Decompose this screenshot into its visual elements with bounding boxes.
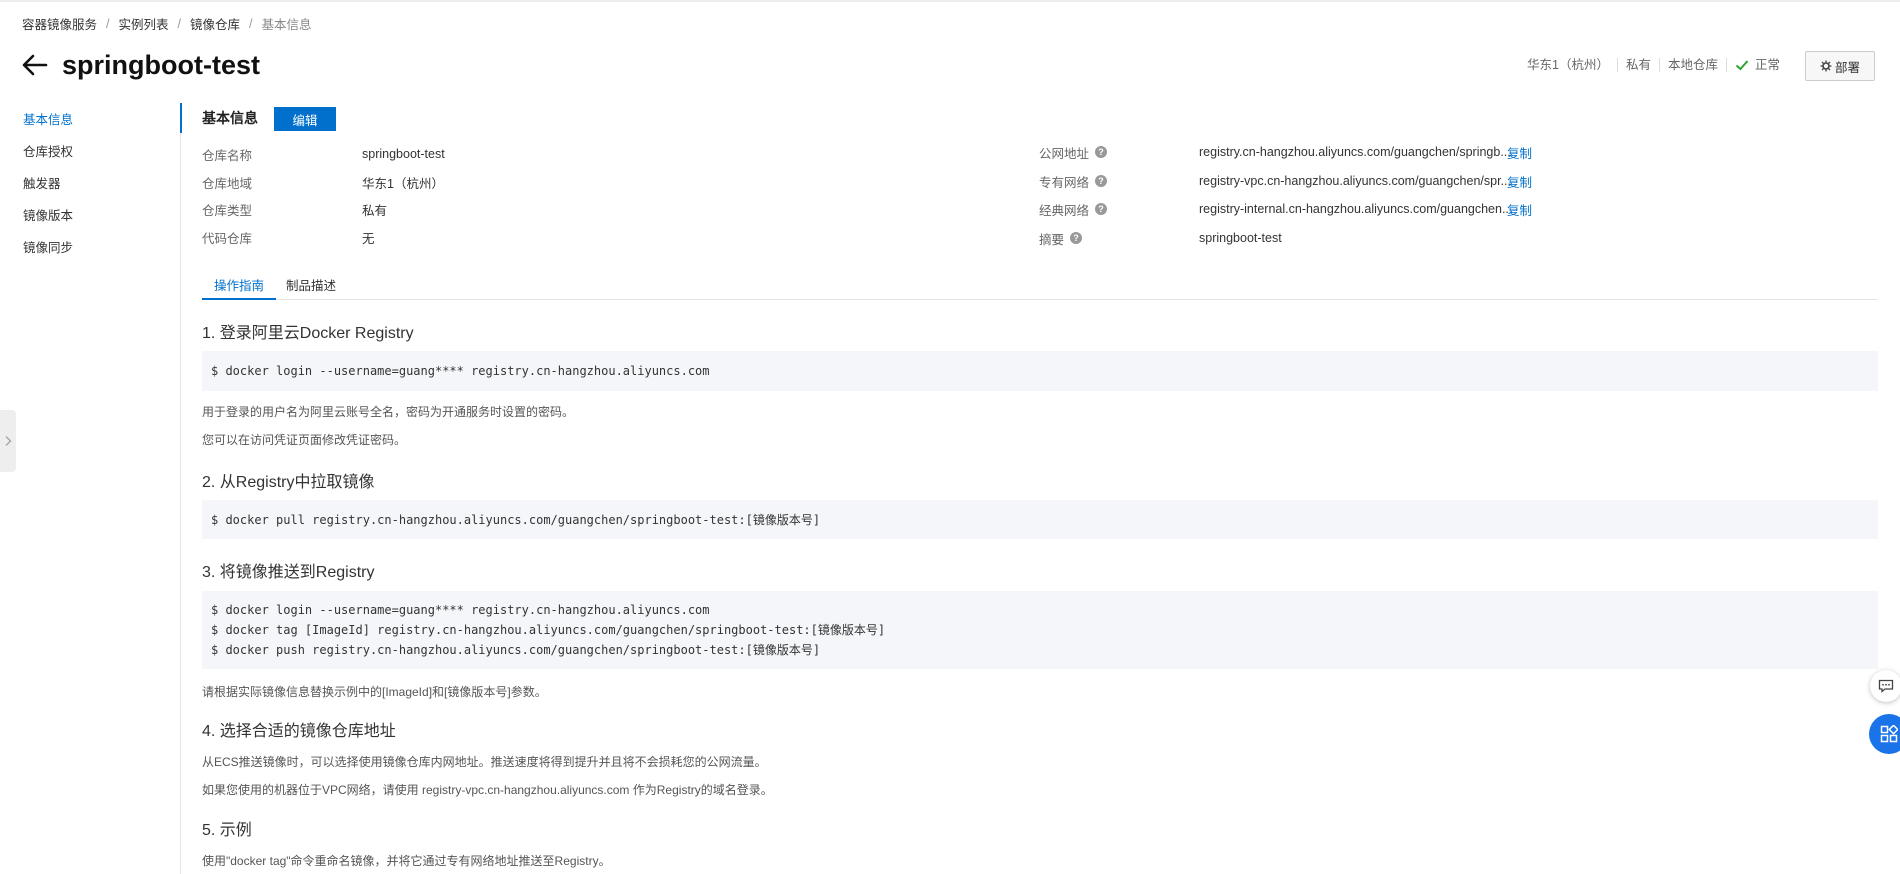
guide-note: 如果您使用的机器位于VPC网络，请使用 registry-vpc.cn-hang… — [202, 783, 773, 797]
chevron-right-icon — [5, 435, 12, 447]
info-label: 公网地址? — [1039, 143, 1108, 162]
guide-tabs: 操作指南 制品描述 — [202, 277, 1878, 300]
guide-step-title: 3. 将镜像推送到Registry — [202, 564, 375, 581]
guide-note: 从ECS推送镜像时，可以选择使用镜像仓库内网地址。推送速度将得到提升并且将不会损… — [202, 755, 767, 769]
code-line: $ docker tag [ImageId] registry.cn-hangz… — [211, 623, 886, 637]
info-value: registry-internal.cn-hangzhou.aliyuncs.c… — [1199, 202, 1513, 216]
code-block[interactable]: $ docker login --username=guang**** regi… — [202, 351, 1878, 391]
repo-meta-bar: 华东1（杭州） 私有 本地仓库 正常 — [1519, 58, 1788, 72]
info-label: 专有网络? — [1039, 172, 1108, 191]
sidebar: 基本信息 仓库授权 触发器 镜像版本 镜像同步 — [0, 104, 180, 264]
region-label: 华东1（杭州） — [1527, 58, 1609, 72]
visibility-label: 私有 — [1616, 58, 1659, 72]
top-border — [0, 0, 1900, 2]
status-badge: 正常 — [1725, 58, 1788, 72]
question-circle-icon[interactable]: ? — [1095, 146, 1108, 158]
info-value: 无 — [362, 231, 375, 246]
info-label: 仓库类型 — [202, 203, 253, 218]
edit-button[interactable]: 编辑 — [274, 107, 336, 131]
code-line: $ docker login --username=guang**** regi… — [211, 603, 710, 617]
active-indicator — [180, 103, 182, 133]
code-line: $ docker login --username=guang**** regi… — [211, 364, 710, 378]
sidebar-item-image-sync[interactable]: 镜像同步 — [0, 232, 180, 264]
guide-note: 您可以在访问凭证页面修改凭证密码。 — [202, 433, 407, 447]
breadcrumb-item[interactable]: 镜像仓库 — [190, 14, 240, 33]
chat-icon[interactable] — [1870, 670, 1900, 702]
breadcrumb-separator: / — [249, 16, 253, 31]
sidebar-item-basic-info[interactable]: 基本信息 — [0, 104, 180, 136]
info-label: 代码仓库 — [202, 231, 253, 246]
info-label: 经典网络? — [1039, 200, 1108, 219]
info-label: 摘要? — [1039, 229, 1083, 248]
guide-note: 使用"docker tag"命令重命名镜像，并将它通过专有网络地址推送至Regi… — [202, 854, 611, 868]
guide-step-title: 1. 登录阿里云Docker Registry — [202, 325, 414, 342]
tab-artifact-description[interactable]: 制品描述 — [286, 277, 336, 298]
arrow-left-icon[interactable] — [20, 53, 48, 77]
apps-grid-icon[interactable] — [1869, 714, 1900, 754]
copy-link[interactable]: 复制 — [1507, 143, 1532, 162]
info-value: springboot-test — [362, 147, 445, 161]
copy-link[interactable]: 复制 — [1507, 200, 1532, 219]
deploy-label: 部署 — [1834, 60, 1860, 75]
info-label-text: 公网地址 — [1039, 146, 1090, 161]
info-label-text: 摘要 — [1039, 232, 1065, 247]
sidebar-collapse-handle[interactable] — [0, 410, 16, 472]
guide-step-title: 4. 选择合适的镜像仓库地址 — [202, 723, 396, 740]
question-circle-icon[interactable]: ? — [1070, 232, 1083, 244]
info-label: 仓库地域 — [202, 176, 253, 191]
info-value: springboot-test — [1199, 231, 1282, 245]
breadcrumb-item[interactable]: 容器镜像服务 — [22, 14, 97, 33]
info-value: registry.cn-hangzhou.aliyuncs.com/guangc… — [1199, 145, 1511, 159]
sidebar-item-triggers[interactable]: 触发器 — [0, 168, 180, 200]
deploy-icon — [1820, 60, 1832, 72]
question-circle-icon[interactable]: ? — [1095, 175, 1108, 187]
info-value: 私有 — [362, 203, 388, 218]
repo-type-label: 本地仓库 — [1658, 58, 1726, 72]
guide-step-title: 2. 从Registry中拉取镜像 — [202, 474, 375, 491]
info-value: registry-vpc.cn-hangzhou.aliyuncs.com/gu… — [1199, 174, 1511, 188]
code-block[interactable]: $ docker pull registry.cn-hangzhou.aliyu… — [202, 500, 1878, 539]
info-value: 华东1（杭州） — [362, 176, 444, 191]
check-icon — [1735, 60, 1749, 71]
guide-note: 用于登录的用户名为阿里云账号全名，密码为开通服务时设置的密码。 — [202, 405, 575, 419]
code-block[interactable]: $ docker login --username=guang**** regi… — [202, 591, 1878, 669]
status-text: 正常 — [1754, 58, 1780, 72]
copy-link[interactable]: 复制 — [1507, 172, 1532, 191]
breadcrumb-item[interactable]: 实例列表 — [119, 14, 169, 33]
breadcrumb-current: 基本信息 — [261, 18, 312, 32]
guide-note: 请根据实际镜像信息替换示例中的[ImageId]和[镜像版本号]参数。 — [202, 685, 547, 699]
tab-guide[interactable]: 操作指南 — [202, 277, 277, 300]
guide-step-title: 5. 示例 — [202, 822, 252, 839]
code-line: $ docker pull registry.cn-hangzhou.aliyu… — [211, 513, 821, 527]
sidebar-divider — [180, 104, 181, 874]
info-label: 仓库名称 — [202, 148, 253, 163]
breadcrumb-separator: / — [106, 16, 110, 31]
section-title: 基本信息 — [202, 110, 258, 126]
code-line: $ docker push registry.cn-hangzhou.aliyu… — [211, 643, 821, 657]
sidebar-item-repo-auth[interactable]: 仓库授权 — [0, 136, 180, 168]
breadcrumb-separator: / — [177, 16, 181, 31]
question-circle-icon[interactable]: ? — [1095, 203, 1108, 215]
breadcrumb: 容器镜像服务 / 实例列表 / 镜像仓库 / 基本信息 — [22, 14, 312, 33]
info-label-text: 专有网络 — [1039, 175, 1090, 190]
page-title: springboot-test — [62, 50, 260, 80]
info-label-text: 经典网络 — [1039, 203, 1090, 218]
deploy-button[interactable]: 部署 — [1805, 51, 1875, 81]
sidebar-item-image-versions[interactable]: 镜像版本 — [0, 200, 180, 232]
